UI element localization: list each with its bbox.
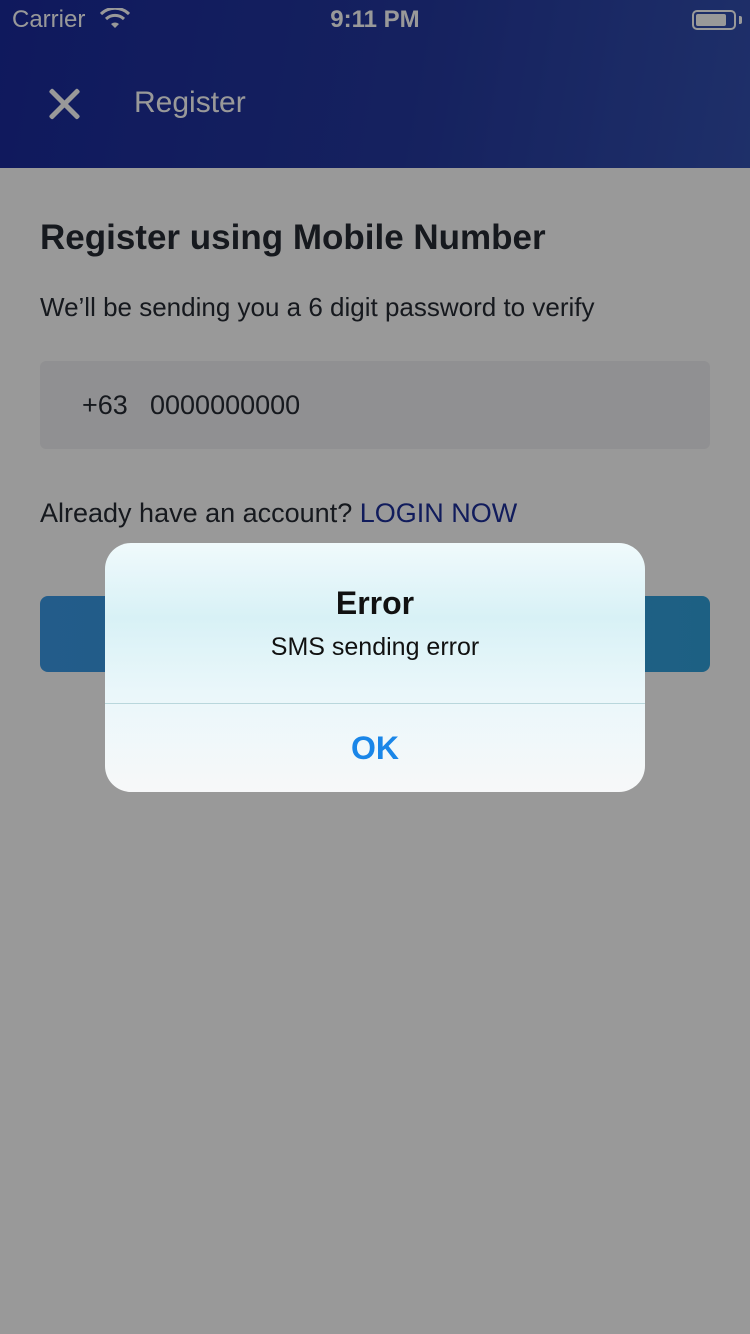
alert-ok-button[interactable]: OK bbox=[105, 704, 645, 792]
alert-title: Error bbox=[335, 585, 415, 621]
alert-message: SMS sending error bbox=[270, 633, 480, 661]
error-alert: Error SMS sending error OK bbox=[105, 543, 645, 792]
